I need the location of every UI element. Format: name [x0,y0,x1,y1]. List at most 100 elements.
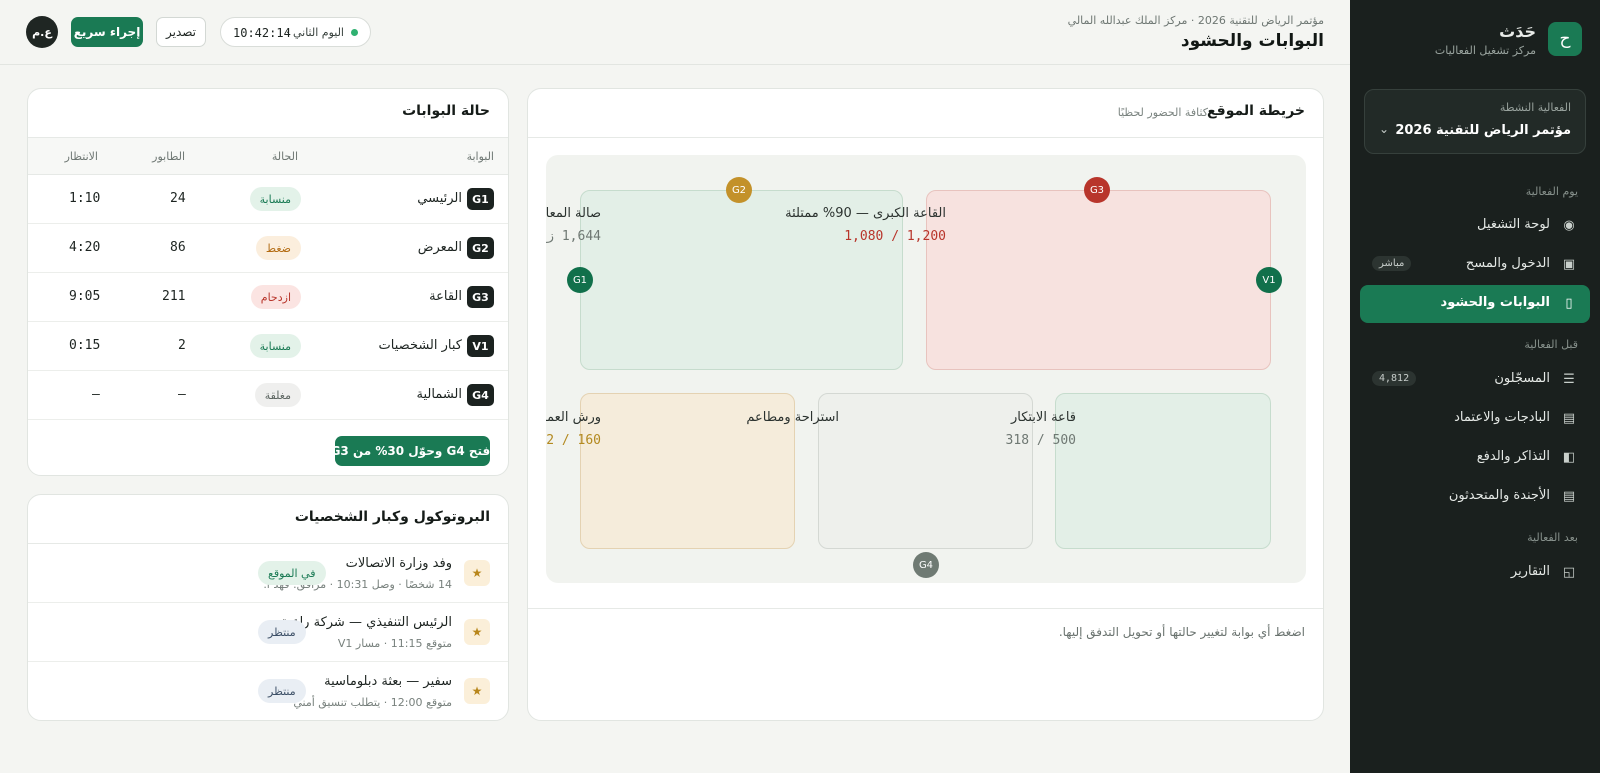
star-icon: ★ [464,619,490,645]
wait-value: — [92,387,100,402]
zone-innovation[interactable] [1055,393,1271,549]
sidebar-item-label: البادجات والاعتماد [1454,410,1550,425]
sidebar-item-label: التقارير [1510,564,1550,579]
quick-action-button[interactable]: إجراء سريع [71,17,143,47]
map-hint: اضغط أي بوابة لتغيير حالتها أو تحويل الت… [1058,625,1305,639]
gate-marker-v1[interactable]: V1 [1256,267,1282,293]
gate-name: الرئيسي [417,191,462,206]
queue-value: 24 [170,191,186,206]
live-dot-icon [351,29,358,36]
zone-innovation-value: 500 / 318 [1005,433,1076,448]
col-gate: البوابة [466,150,494,163]
sidebar-item-label: التذاكر والدفع [1476,449,1550,464]
status-badge: مغلقة [254,383,301,407]
status-badge: منتظر [258,620,306,644]
gate-code: G1 [467,188,494,210]
page-title: البوابات والحشود [1180,31,1324,51]
sidebar-item-badges[interactable]: ▤ البادجات والاعتماد [1360,400,1590,438]
brand: ح حَدَث مركز تشغيل الفعاليات [1368,22,1582,62]
wait-value: 9:05 [69,289,101,304]
gate-marker-g2[interactable]: G2 [726,177,752,203]
event-select-label: الفعالية النشطة [1499,101,1571,114]
sidebar-item-label: الأجندة والمتحدثون [1448,488,1550,503]
list-item[interactable]: ★ سفير — بعثة دبلوماسية متوقع 12:00 · يت… [28,662,508,720]
gate-code: G2 [467,237,494,259]
sidebar-item-tickets[interactable]: ◧ التذاكر والدفع [1360,439,1590,477]
map-subtitle: كثافة الحضور لحظيًا [1117,106,1208,119]
sidebar-item-entry-scan[interactable]: ▣ الدخول والمسح مباشر [1360,246,1590,284]
protocol-title: البروتوكول وكبار الشخصيات [294,509,490,525]
avatar[interactable]: ع.م [26,16,58,48]
star-icon: ★ [464,678,490,704]
wait-value: 0:15 [69,338,101,353]
zone-exhibition-value: 1,644 زائر [546,229,601,244]
gates-status-card: حالة البوابات البوابة الحالة الطابور الا… [27,88,509,476]
gate-code: G4 [467,384,494,406]
sidebar-item-gates-crowds[interactable]: ▯ البوابات والحشود [1360,285,1590,323]
zone-dining-name: استراحة ومطاعم [746,410,839,425]
col-queue: الطابور [152,150,185,163]
open-g4-redirect-button[interactable]: افتح G4 وحوّل 30% من G3 [331,436,494,466]
map-title: خريطة الموقع [1206,103,1305,119]
col-status: الحالة [271,150,298,163]
breadcrumb: مؤتمر الرياض للتقنية 2026 · مركز الملك ع… [1067,14,1324,27]
table-row[interactable]: G4 الشمالية مغلقة — — [28,371,508,420]
clock-time: 10:42:14 [233,26,291,40]
dashboard-icon: ◉ [1563,218,1575,233]
table-row[interactable]: G2 المعرض ضغط 86 4:20 [28,224,508,273]
status-badge: ازدحام [250,285,301,309]
list-item[interactable]: ★ الرئيس التنفيذي — شركة راعية متوقع 11:… [28,603,508,662]
status-badge: منتظر [258,679,306,703]
zone-main-hall-value: 1,200 / 1,080 [844,229,946,244]
export-button[interactable]: تصدير [156,17,206,47]
protocol-vip-card: البروتوكول وكبار الشخصيات ★ وفد وزارة ال… [27,494,509,721]
col-wait: الانتظار [64,150,98,163]
agenda-icon: ▤ [1562,489,1576,504]
zone-innovation-name: قاعة الابتكار [1010,410,1076,425]
gate-marker-g4[interactable]: G4 [913,552,939,578]
table-row[interactable]: G3 القاعة ازدحام 211 9:05 [28,273,508,322]
sidebar-item-label: المسجّلون [1494,371,1550,386]
live-clock: اليوم الثاني · 10:42:14 [220,17,371,47]
gate-icon: ▯ [1565,296,1573,311]
gate-name: المعرض [417,240,462,255]
vip-meta: متوقع 11:15 · مسار V1 [337,637,452,650]
list-item[interactable]: ★ وفد وزارة الاتصالات 14 شخصًا · وصل 10:… [28,544,508,603]
gate-code: V1 [467,335,494,357]
zone-workshops-name: ورش العمل [546,410,601,425]
vip-name: الرئيس التنفيذي — شركة راعية [280,615,452,630]
sidebar-item-label: لوحة التشغيل [1477,217,1550,232]
status-badge: منسابة [249,334,301,358]
queue-value: 2 [178,338,186,353]
sidebar-item-registrants[interactable]: ☰ المسجّلون 4,812 [1360,361,1590,399]
status-badge: منسابة [249,187,301,211]
zone-main-hall[interactable] [926,190,1271,370]
top-header: مؤتمر الرياض للتقنية 2026 · مركز الملك ع… [0,0,1350,65]
gates-table-header: البوابة الحالة الطابور الانتظار [28,137,508,175]
table-row[interactable]: G1 الرئيسي منسابة 24 1:10 [28,175,508,224]
vip-name: سفير — بعثة دبلوماسية [324,674,452,689]
gates-title: حالة البوابات [402,103,490,119]
gate-code: G3 [467,286,494,308]
brand-subtitle: مركز تشغيل الفعاليات [1434,44,1536,57]
vip-meta: متوقع 12:00 · يتطلب تنسيق أمني [293,696,452,709]
zone-dining[interactable] [818,393,1033,549]
nav-section-before: قبل الفعالية [1524,338,1578,351]
sidebar-item-reports[interactable]: ◱ التقارير [1360,554,1590,592]
queue-value: 86 [170,240,186,255]
gate-marker-g1[interactable]: G1 [567,267,593,293]
brand-name: حَدَث [1499,22,1536,41]
nav-section-day: يوم الفعالية [1525,185,1578,198]
table-row[interactable]: V1 كبار الشخصيات منسابة 2 0:15 [28,322,508,371]
sidebar-item-dashboard[interactable]: ◉ لوحة التشغيل [1360,207,1590,245]
chevron-down-icon: ⌄ [1379,122,1390,136]
live-badge: مباشر [1372,256,1412,271]
wait-value: 4:20 [69,240,101,255]
sidebar-item-agenda[interactable]: ▤ الأجندة والمتحدثون [1360,478,1590,516]
zone-main-hall-name: القاعة الكبرى — 90% ممتلئة [785,206,946,221]
event-select[interactable]: الفعالية النشطة مؤتمر الرياض للتقنية 202… [1364,89,1586,154]
event-select-value: مؤتمر الرياض للتقنية 2026 [1395,123,1571,138]
gate-marker-g3[interactable]: G3 [1084,177,1110,203]
sidebar: ح حَدَث مركز تشغيل الفعاليات الفعالية ال… [1350,0,1600,773]
gate-name: كبار الشخصيات [378,338,462,353]
